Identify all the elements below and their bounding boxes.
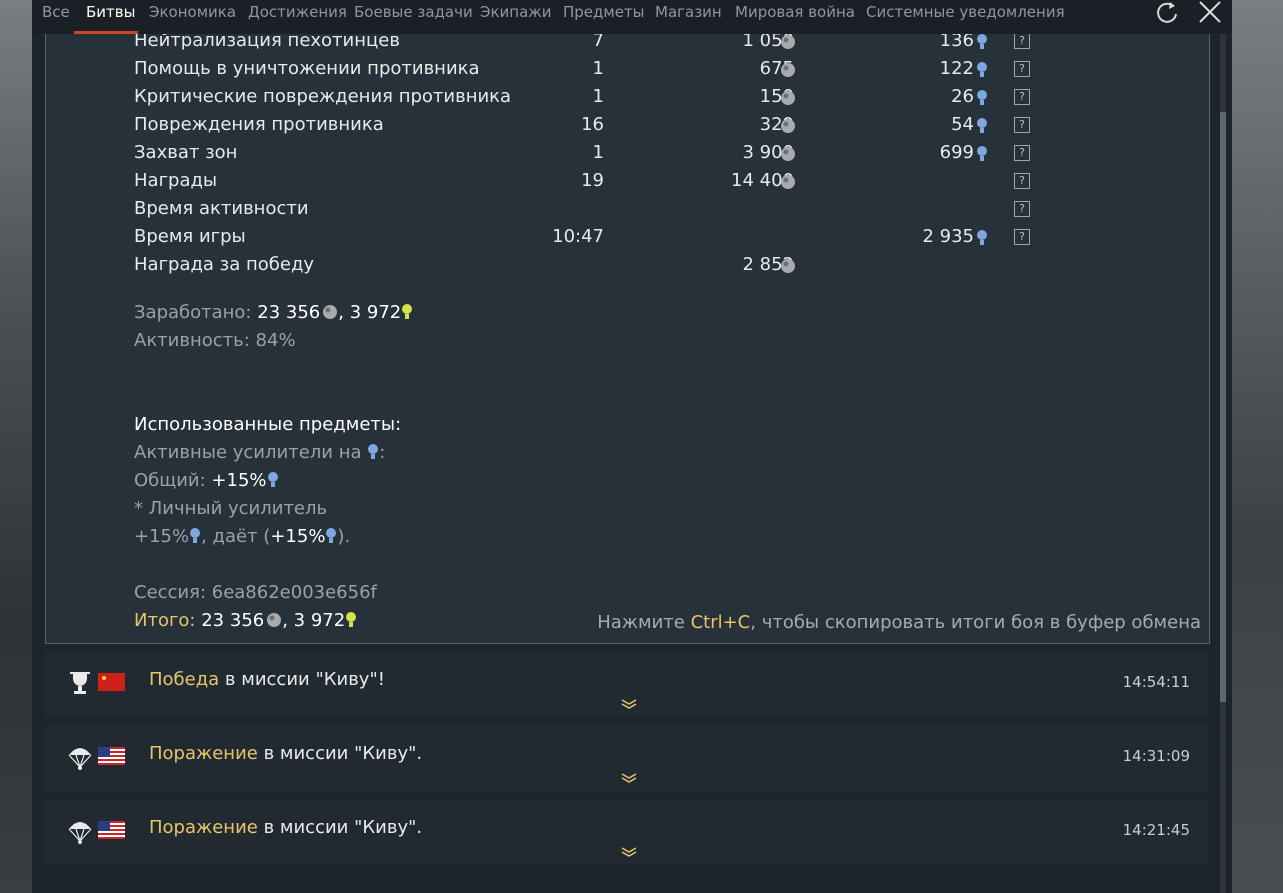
chevron-down-icon[interactable]	[620, 699, 638, 709]
research-points-icon	[267, 472, 278, 487]
battle-entry[interactable]: Победа в миссии "Киву"! 14:54:11	[45, 651, 1208, 717]
research-points-icon	[326, 528, 337, 543]
reward-row: Захват зон 1 3 900 699 ?	[134, 142, 1144, 170]
research-points-icon	[977, 146, 987, 161]
tab-crews[interactable]: Экипажи	[480, 3, 552, 21]
tab-items[interactable]: Предметы	[563, 3, 645, 21]
session-id: Сессия: 6ea862e003e656f	[134, 582, 377, 603]
battle-time: 14:31:09	[1122, 747, 1190, 765]
boosters-line: Активные усилители на :	[134, 442, 386, 463]
chevron-down-icon[interactable]	[620, 773, 638, 783]
battle-log: Нейтрализация пехотинцев 7 1 050 136 ? П…	[32, 34, 1232, 893]
scrollbar-thumb[interactable]	[1220, 112, 1226, 702]
research-points-gold-icon	[346, 612, 357, 627]
ussr-flag	[98, 673, 125, 691]
research-points-icon	[977, 230, 987, 245]
earned-summary: Заработано: 23 356, 3 972	[134, 302, 413, 323]
battle-time: 14:54:11	[1122, 673, 1190, 691]
help-icon[interactable]: ?	[1014, 201, 1030, 217]
notifications-window: Все Битвы Экономика Достижения Боевые за…	[32, 0, 1232, 893]
silver-lion-icon	[323, 305, 338, 319]
battle-title: Победа в миссии "Киву"!	[149, 669, 385, 690]
silver-lion-icon	[781, 175, 795, 189]
reward-row: Повреждения противника 16 329 54 ?	[134, 114, 1144, 142]
total-summary: Итого: 23 356, 3 972	[134, 610, 357, 631]
tab-bar: Все Битвы Экономика Достижения Боевые за…	[32, 0, 1232, 34]
tab-shop[interactable]: Магазин	[655, 3, 722, 21]
tab-battles[interactable]: Битвы	[86, 3, 135, 21]
tab-battle-tasks[interactable]: Боевые задачи	[354, 3, 473, 21]
battle-details-panel: Нейтрализация пехотинцев 7 1 050 136 ? П…	[45, 34, 1210, 644]
battle-title: Поражение в миссии "Киву".	[149, 743, 423, 764]
personal-booster-value: +15%, даёт (+15%).	[134, 526, 351, 547]
research-points-gold-icon	[402, 304, 413, 319]
usa-flag	[98, 747, 125, 765]
close-icon[interactable]	[1196, 0, 1224, 26]
battle-title: Поражение в миссии "Киву".	[149, 817, 423, 838]
research-points-icon	[977, 118, 987, 133]
tab-achievements[interactable]: Достижения	[248, 3, 347, 21]
help-icon[interactable]: ?	[1014, 173, 1030, 189]
help-icon[interactable]: ?	[1014, 34, 1030, 49]
copy-hint: Нажмите Ctrl+C, чтобы скопировать итоги …	[597, 612, 1201, 633]
research-points-icon	[977, 62, 987, 77]
battle-time: 14:21:45	[1122, 821, 1190, 839]
silver-lion-icon	[781, 119, 795, 133]
usa-flag	[98, 821, 125, 839]
silver-lion-icon	[781, 147, 795, 161]
silver-lion-icon	[781, 35, 795, 49]
general-booster-line: Общий: +15%	[134, 470, 279, 491]
silver-lion-icon	[781, 63, 795, 77]
tab-world-war[interactable]: Мировая война	[735, 3, 855, 21]
research-points-icon	[190, 528, 201, 543]
personal-booster-line: * Личный усилитель	[134, 498, 328, 519]
refresh-icon[interactable]	[1154, 0, 1182, 26]
reward-row: Помощь в уничтожении противника 1 675 12…	[134, 58, 1144, 86]
reward-row: Время игры 10:47 2 935 ?	[134, 226, 1144, 254]
research-points-icon	[368, 444, 379, 459]
parachute-icon	[68, 822, 92, 844]
tab-system-notifications[interactable]: Системные уведомления	[866, 3, 1065, 21]
battle-entry[interactable]: Поражение в миссии "Киву". 14:31:09	[45, 725, 1208, 791]
reward-row: Время активности ?	[134, 198, 1144, 226]
activity-line: Активность: 84%	[134, 330, 296, 351]
items-heading: Использованные предметы:	[134, 414, 402, 435]
silver-lion-icon	[781, 91, 795, 105]
help-icon[interactable]: ?	[1014, 61, 1030, 77]
tab-all[interactable]: Все	[42, 3, 70, 21]
chevron-down-icon[interactable]	[620, 847, 638, 857]
parachute-icon	[68, 748, 92, 770]
help-icon[interactable]: ?	[1014, 229, 1030, 245]
silver-lion-icon	[267, 613, 282, 627]
reward-row: Награда за победу 2 852	[134, 254, 795, 275]
battle-entry[interactable]: Поражение в миссии "Киву". 14:21:45	[45, 799, 1208, 865]
help-icon[interactable]: ?	[1014, 145, 1030, 161]
help-icon[interactable]: ?	[1014, 117, 1030, 133]
tab-economy[interactable]: Экономика	[149, 3, 236, 21]
reward-row: Нейтрализация пехотинцев 7 1 050 136 ?	[134, 34, 1144, 58]
reward-row: Награды 19 14 400 ?	[134, 170, 1144, 198]
help-icon[interactable]: ?	[1014, 89, 1030, 105]
research-points-icon	[977, 90, 987, 105]
reward-row: Критические повреждения противника 1 150…	[134, 86, 1144, 114]
silver-lion-icon	[781, 259, 795, 273]
research-points-icon	[977, 34, 987, 49]
trophy-icon	[70, 672, 90, 694]
